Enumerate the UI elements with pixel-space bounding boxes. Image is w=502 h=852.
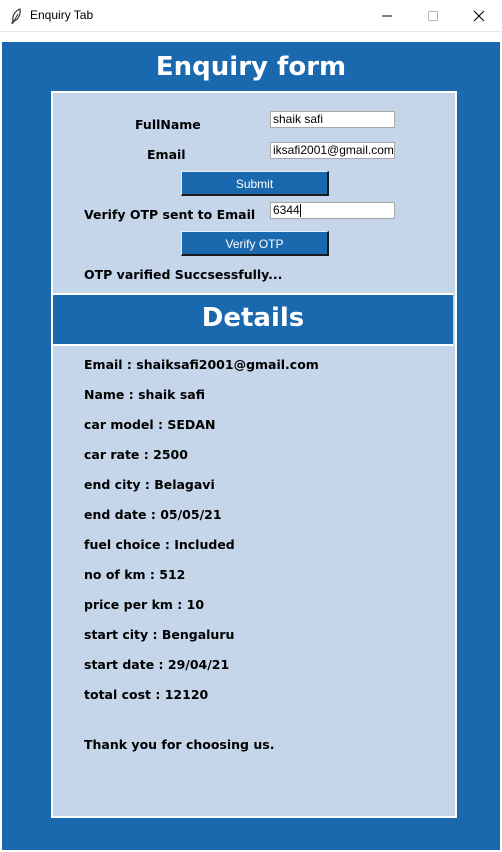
- maximize-icon: [428, 11, 438, 21]
- email-label: Email: [147, 147, 186, 162]
- email-input[interactable]: iksafi2001@gmail.com: [270, 142, 395, 159]
- fullname-input[interactable]: shaik safi: [270, 111, 395, 128]
- submit-button[interactable]: Submit: [181, 171, 329, 196]
- window-title: Enquiry Tab: [30, 8, 94, 22]
- detail-line: end city : Belagavi: [84, 477, 215, 492]
- detail-line: fuel choice : Included: [84, 537, 235, 552]
- otp-status-text: OTP varified Succsessfully...: [84, 267, 283, 282]
- detail-line: start date : 29/04/21: [84, 657, 230, 672]
- detail-line: car rate : 2500: [84, 447, 188, 462]
- text-caret: [299, 204, 301, 218]
- detail-line: car model : SEDAN: [84, 417, 216, 432]
- detail-line: no of km : 512: [84, 567, 186, 582]
- thank-you-text: Thank you for choosing us.: [84, 737, 275, 752]
- close-button[interactable]: [456, 0, 502, 31]
- feather-icon: [9, 8, 23, 24]
- detail-line: price per km : 10: [84, 597, 205, 612]
- maximize-button[interactable]: [410, 0, 456, 31]
- title-bar: Enquiry Tab: [0, 0, 502, 32]
- page-title: Enquiry form: [155, 52, 347, 82]
- otp-label: Verify OTP sent to Email: [84, 207, 256, 222]
- detail-line: Name : shaik safi: [84, 387, 205, 402]
- minimize-icon: [382, 15, 392, 17]
- details-title: Details: [201, 303, 305, 333]
- details-header: Details: [53, 293, 453, 346]
- close-icon: [473, 10, 485, 22]
- verify-otp-button[interactable]: Verify OTP: [181, 231, 329, 256]
- detail-line: total cost : 12120: [84, 687, 209, 702]
- detail-line: end date : 05/05/21: [84, 507, 222, 522]
- detail-line: Email : shaiksafi2001@gmail.com: [84, 357, 319, 372]
- otp-input[interactable]: 6344: [270, 202, 395, 219]
- otp-value: 6344: [273, 203, 300, 217]
- minimize-button[interactable]: [364, 0, 410, 31]
- detail-line: start city : Bengaluru: [84, 627, 235, 642]
- fullname-label: FullName: [135, 117, 201, 132]
